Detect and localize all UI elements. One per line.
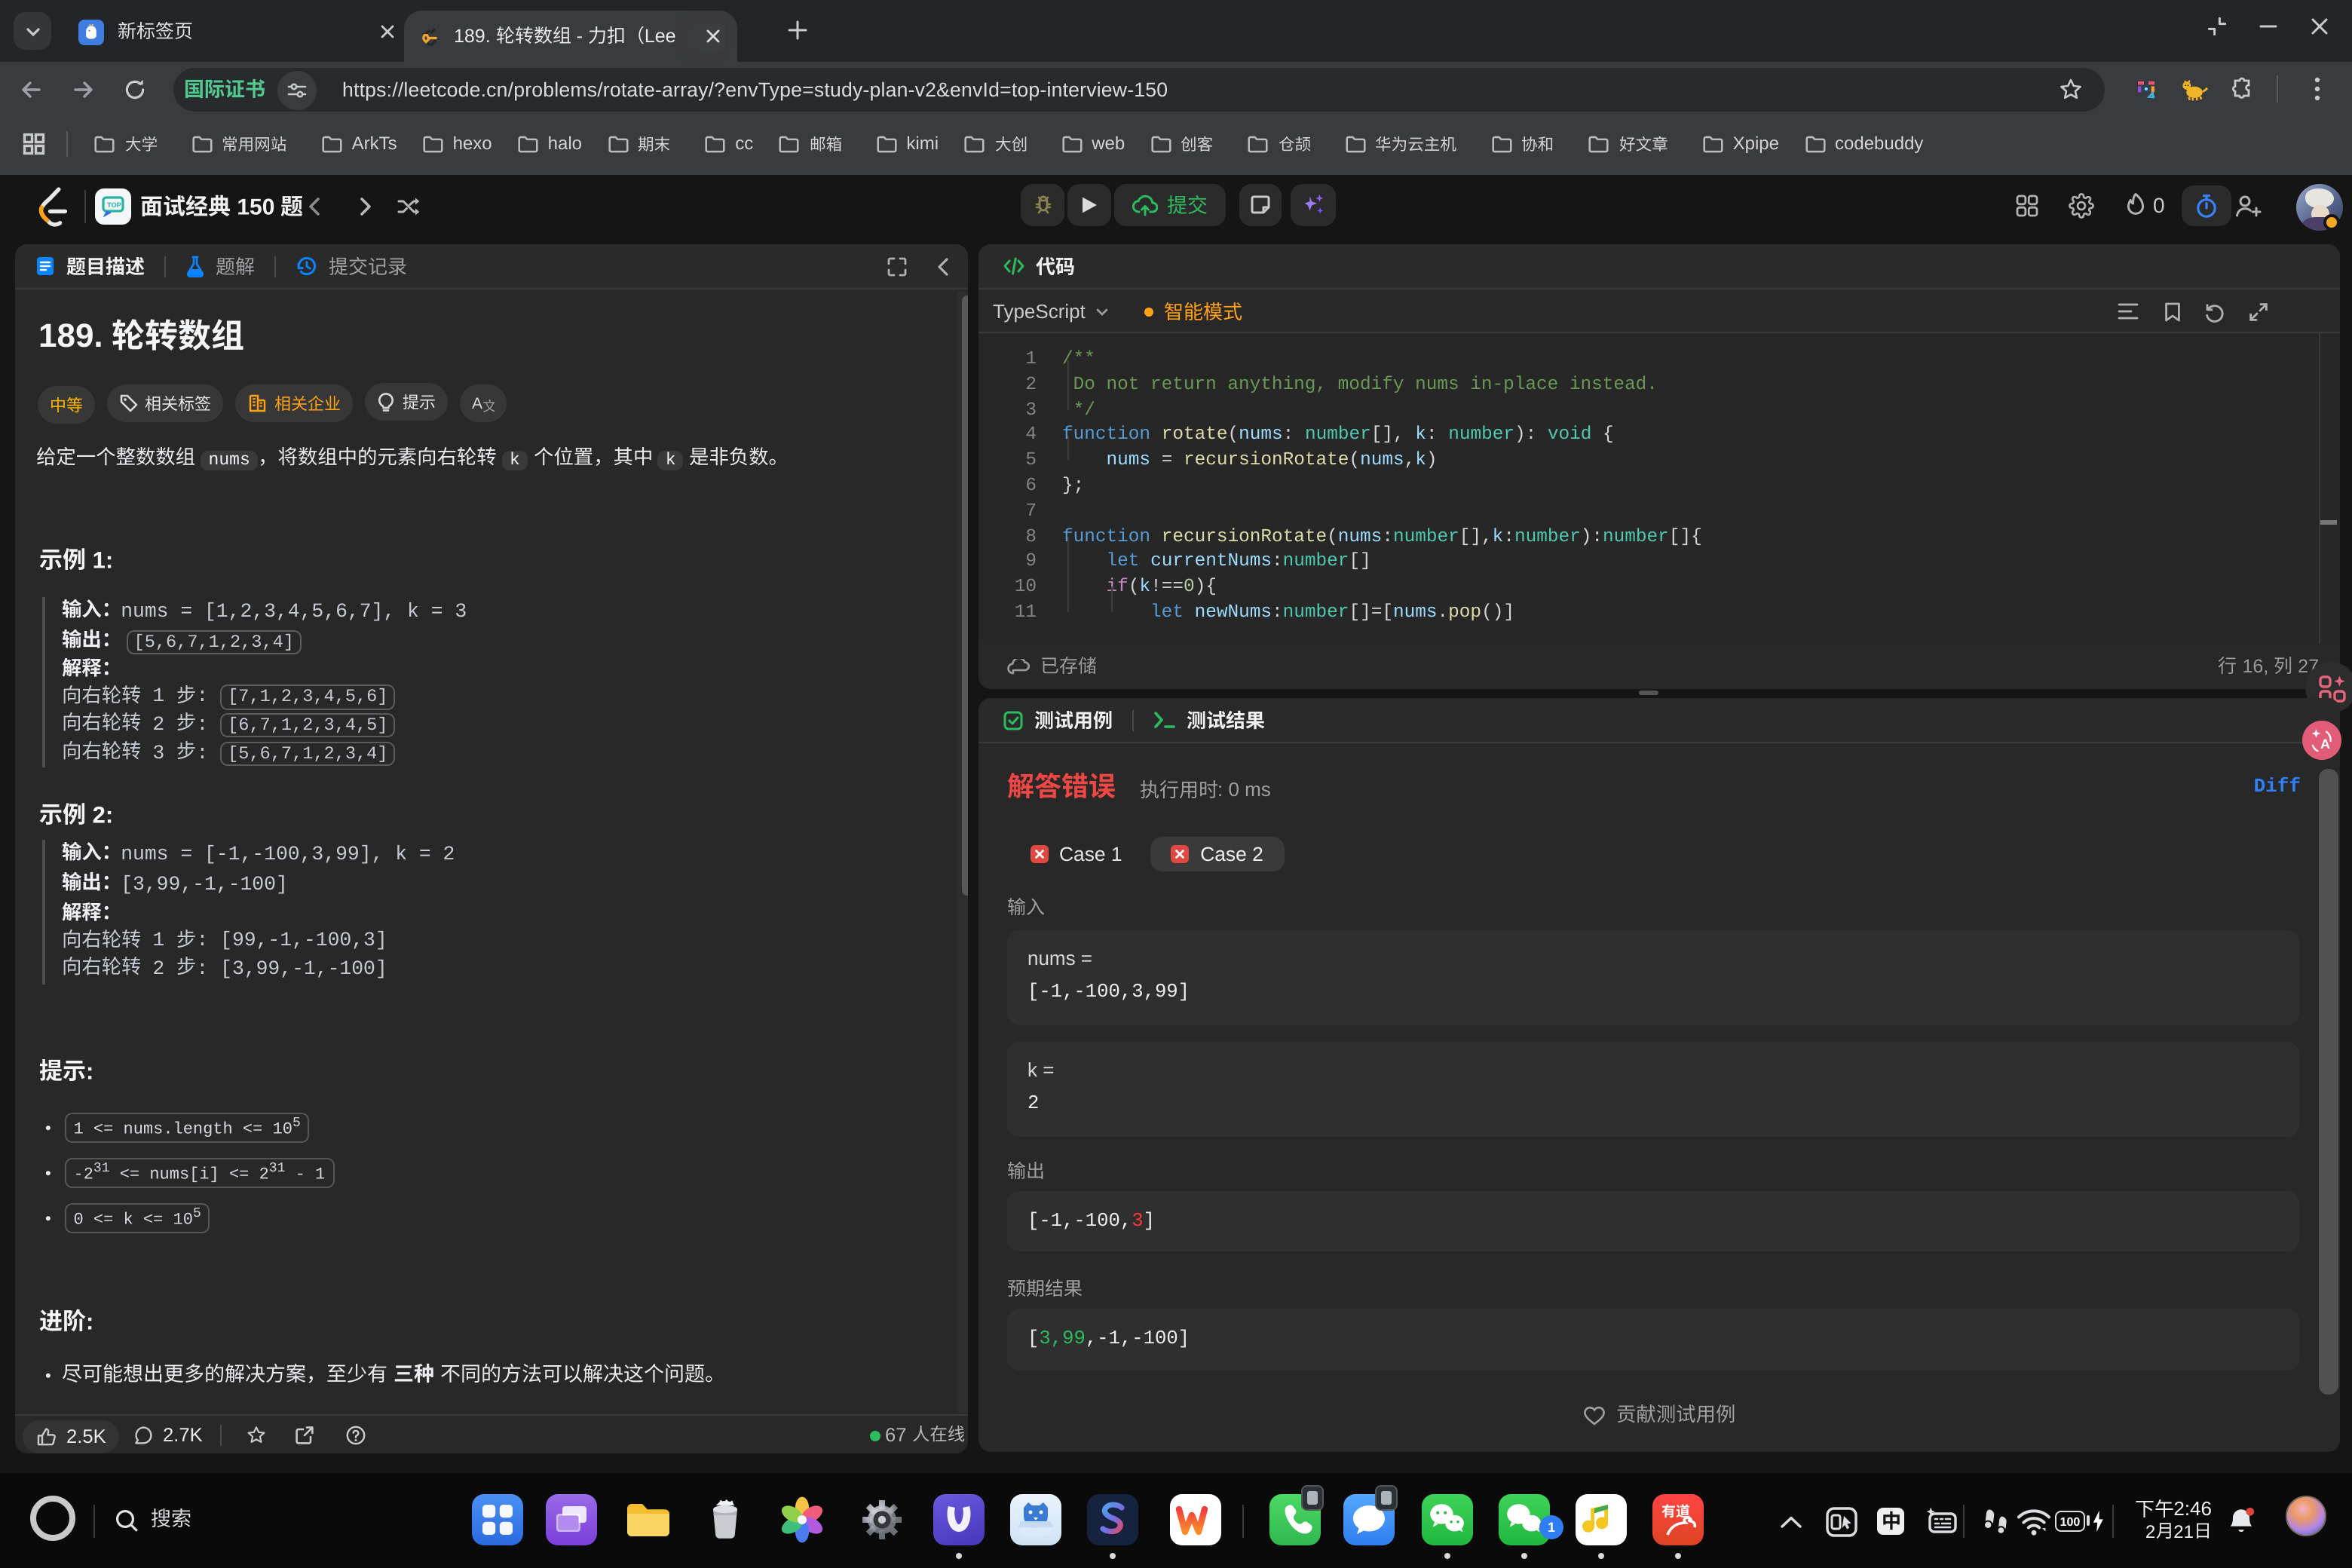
svg-text:A: A bbox=[472, 394, 482, 412]
svg-text:TOP: TOP bbox=[107, 201, 121, 209]
svg-text:A: A bbox=[2320, 737, 2331, 752]
